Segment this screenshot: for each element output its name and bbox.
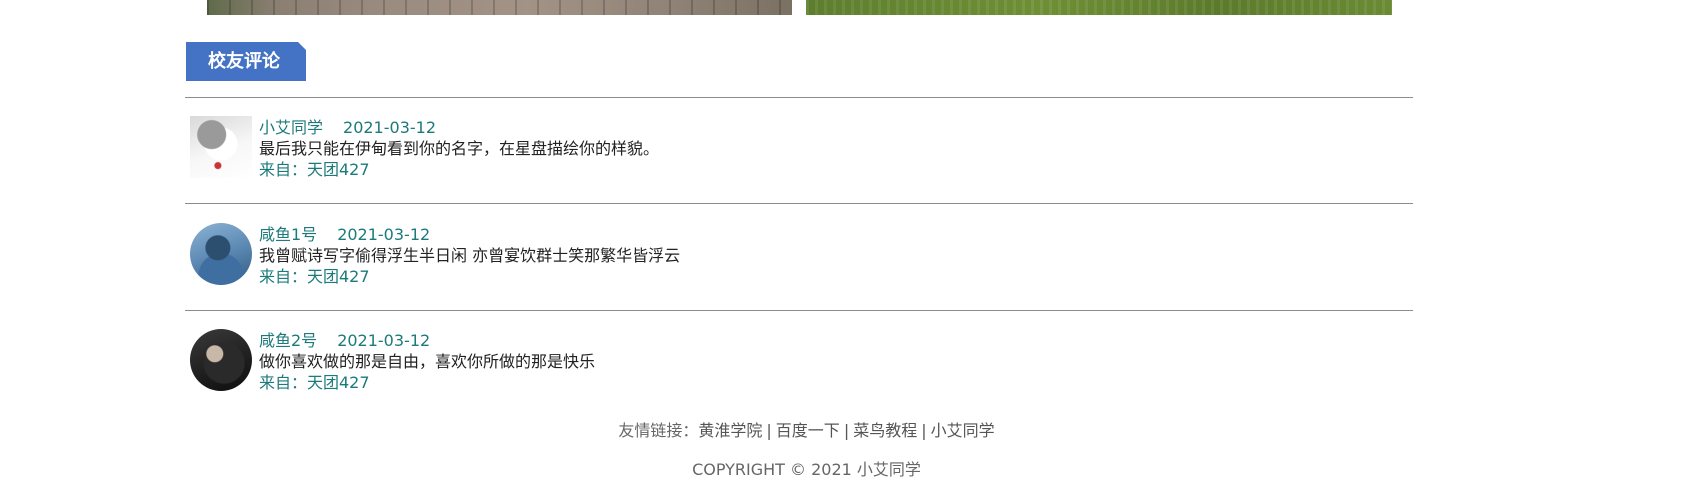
footer-links-label: 友情链接： bbox=[618, 421, 699, 440]
comment-item: 小艾同学 2021-03-12 最后我只能在伊甸看到你的名字，在星盘描绘你的样貌。… bbox=[185, 116, 1413, 196]
footer-link-separator: | bbox=[921, 421, 927, 440]
comment-date: 2021-03-12 bbox=[337, 331, 431, 350]
comment-meta: 咸鱼2号 2021-03-12 bbox=[259, 331, 430, 351]
comment-text: 最后我只能在伊甸看到你的名字，在星盘描绘你的样貌。 bbox=[259, 139, 660, 158]
comment-meta: 咸鱼1号 2021-03-12 bbox=[259, 225, 430, 245]
comment-source: 来自：天团427 bbox=[259, 267, 370, 286]
divider bbox=[185, 97, 1413, 98]
footer-link-separator: | bbox=[843, 421, 850, 440]
avatar[interactable] bbox=[190, 223, 252, 285]
footer-copyright: COPYRIGHT © 2021 小艾同学 bbox=[692, 460, 921, 479]
comment-source: 来自：天团427 bbox=[259, 160, 370, 179]
footer-link-runoob[interactable]: 菜鸟教程 bbox=[853, 421, 917, 440]
comment-author: 小艾同学 bbox=[259, 118, 324, 137]
footer-link-xiaoai[interactable]: 小艾同学 bbox=[931, 421, 995, 440]
divider bbox=[185, 203, 1413, 204]
avatar[interactable] bbox=[190, 116, 252, 178]
comment-text: 我曾赋诗写字偷得浮生半日闲 亦曾宴饮群士笑那繁华皆浮云 bbox=[259, 246, 681, 265]
section-tab-alumni-comments: 校友评论 bbox=[186, 42, 306, 81]
comment-author: 咸鱼2号 bbox=[259, 331, 318, 350]
comment-meta: 小艾同学 2021-03-12 bbox=[259, 118, 436, 138]
gallery-photo-left[interactable] bbox=[207, 0, 792, 15]
footer-link-huanghuai[interactable]: 黄淮学院 bbox=[698, 421, 762, 440]
comment-date: 2021-03-12 bbox=[343, 118, 436, 137]
divider bbox=[185, 310, 1413, 311]
footer-friend-links: 友情链接：黄淮学院 | 百度一下 | 菜鸟教程 | 小艾同学 bbox=[0, 421, 1613, 441]
avatar[interactable] bbox=[190, 329, 252, 391]
page: 校友评论 小艾同学 2021-03-12 最后我只能在伊甸看到你的名字，在星盘描绘… bbox=[0, 0, 1695, 485]
comment-text: 做你喜欢做的那是自由，喜欢你所做的那是快乐 bbox=[259, 352, 596, 371]
comment-author: 咸鱼1号 bbox=[259, 225, 318, 244]
footer-link-baidu[interactable]: 百度一下 bbox=[776, 421, 840, 440]
comment-item: 咸鱼2号 2021-03-12 做你喜欢做的那是自由，喜欢你所做的那是快乐 来自：… bbox=[185, 329, 1413, 409]
comment-date: 2021-03-12 bbox=[337, 225, 431, 244]
comment-source: 来自：天团427 bbox=[259, 373, 370, 392]
comment-item: 咸鱼1号 2021-03-12 我曾赋诗写字偷得浮生半日闲 亦曾宴饮群士笑那繁华皆… bbox=[185, 223, 1413, 303]
footer-link-separator: | bbox=[766, 421, 772, 440]
gallery-photo-right[interactable] bbox=[806, 0, 1392, 15]
